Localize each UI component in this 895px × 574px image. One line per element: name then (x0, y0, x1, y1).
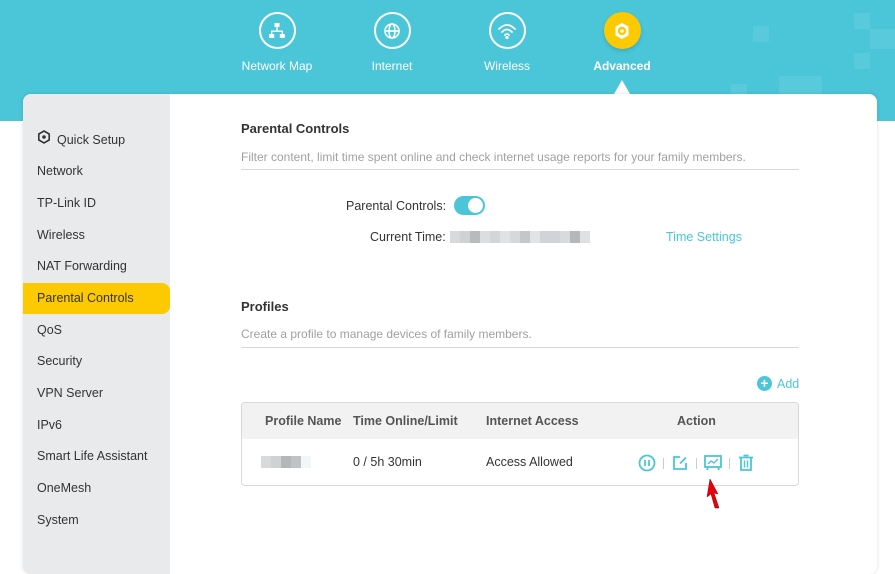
sidebar-item-parental-controls[interactable]: Parental Controls (23, 283, 170, 314)
sidebar-item-label: Security (37, 354, 83, 368)
sidebar: Quick Setup Network TP-Link ID Wireless … (23, 94, 170, 574)
parental-controls-toggle[interactable] (454, 196, 485, 215)
time-online-limit: 0 / 5h 30min (353, 455, 422, 469)
sidebar-item-label: NAT Forwarding (37, 259, 127, 273)
gear-icon (37, 125, 51, 156)
wifi-icon (488, 12, 526, 49)
plus-icon: + (757, 376, 772, 391)
sidebar-item-security[interactable]: Security (23, 346, 170, 377)
parental-controls-title: Parental Controls (241, 121, 350, 136)
header-decoration (753, 26, 769, 42)
sidebar-item-tp-link-id[interactable]: TP-Link ID (23, 188, 170, 219)
gear-icon (603, 12, 641, 49)
profiles-description: Create a profile to manage devices of fa… (241, 327, 532, 341)
table-header: Profile Name Time Online/Limit Internet … (242, 403, 798, 439)
parental-controls-description: Filter content, limit time spent online … (241, 150, 746, 164)
column-header: Profile Name (265, 414, 342, 428)
sidebar-item-label: Smart Life Assistant (37, 449, 148, 463)
main-panel: Quick Setup Network TP-Link ID Wireless … (23, 94, 877, 574)
profile-name-redacted (261, 456, 311, 468)
sidebar-item-label: System (37, 513, 79, 527)
column-header: Action (677, 414, 716, 428)
nav-wireless[interactable]: Wireless (452, 12, 562, 73)
divider (241, 169, 799, 170)
nav-label: Advanced (593, 59, 651, 73)
sidebar-item-quick-setup[interactable]: Quick Setup (23, 125, 170, 156)
current-time-label: Current Time: (370, 230, 446, 244)
sidebar-item-label: Parental Controls (37, 291, 134, 305)
sidebar-item-onemesh[interactable]: OneMesh (23, 473, 170, 504)
sidebar-item-vpn-server[interactable]: VPN Server (23, 378, 170, 409)
divider (241, 347, 799, 348)
sidebar-item-wireless[interactable]: Wireless (23, 220, 170, 251)
sidebar-item-ipv6[interactable]: IPv6 (23, 410, 170, 441)
separator (729, 457, 730, 469)
insights-chart-icon[interactable] (703, 453, 723, 473)
column-header: Time Online/Limit (353, 414, 458, 428)
pause-icon[interactable] (637, 453, 657, 473)
add-profile-button[interactable]: + Add (757, 376, 799, 391)
parental-controls-toggle-label: Parental Controls: (346, 199, 447, 213)
sidebar-item-label: TP-Link ID (37, 196, 97, 210)
sidebar-item-qos[interactable]: QoS (23, 315, 170, 346)
add-label: Add (777, 376, 800, 391)
profiles-table: Profile Name Time Online/Limit Internet … (241, 402, 799, 486)
separator (663, 457, 664, 469)
profiles-title: Profiles (241, 299, 289, 314)
header-decoration (854, 13, 870, 29)
pointer-arrow-annotation (705, 478, 727, 515)
sidebar-item-label: QoS (37, 323, 63, 337)
trash-icon[interactable] (736, 453, 756, 473)
internet-access-status: Access Allowed (486, 455, 573, 469)
nav-internet[interactable]: Internet (337, 12, 447, 73)
sidebar-item-system[interactable]: System (23, 505, 170, 536)
sidebar-item-label: Wireless (37, 228, 85, 242)
current-time-value-redacted (450, 231, 590, 243)
sidebar-item-nat-forwarding[interactable]: NAT Forwarding (23, 251, 170, 282)
sidebar-item-label: VPN Server (37, 386, 103, 400)
edit-icon[interactable] (670, 453, 690, 473)
sidebar-item-label: Network (37, 164, 83, 178)
nav-advanced[interactable]: Advanced (567, 12, 677, 73)
sidebar-item-label: OneMesh (37, 481, 92, 495)
time-settings-link[interactable]: Time Settings (666, 230, 742, 244)
toggle-knob (468, 198, 483, 213)
network-map-icon (258, 12, 296, 49)
nav-label: Network Map (241, 59, 313, 73)
nav-label: Internet (371, 59, 413, 73)
globe-icon (373, 12, 411, 49)
sidebar-item-label: IPv6 (37, 418, 63, 432)
sidebar-item-network[interactable]: Network (23, 156, 170, 187)
nav-label: Wireless (483, 59, 530, 73)
active-nav-caret (614, 80, 630, 94)
header-decoration (854, 53, 870, 69)
separator (696, 457, 697, 469)
sidebar-item-smart-life-assistant[interactable]: Smart Life Assistant (23, 441, 170, 472)
column-header: Internet Access (486, 414, 579, 428)
row-actions (637, 453, 756, 473)
nav-network-map[interactable]: Network Map (222, 12, 332, 73)
sidebar-item-label: Quick Setup (57, 133, 126, 147)
header-decoration (870, 29, 895, 49)
